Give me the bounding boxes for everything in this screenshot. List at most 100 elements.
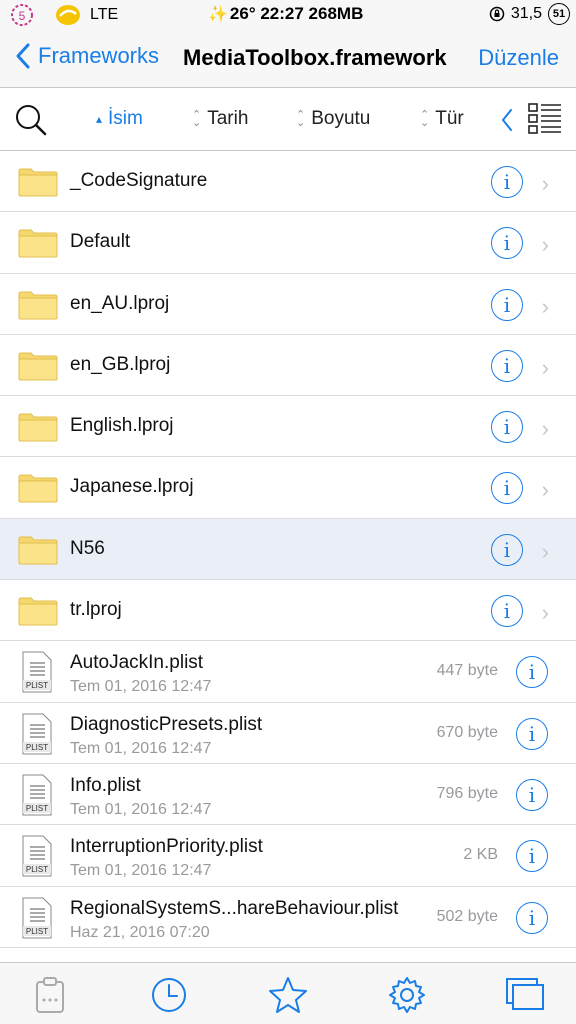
back-button[interactable]: Frameworks <box>14 42 159 70</box>
tab-favorites[interactable] <box>268 975 308 1015</box>
windows-icon <box>506 978 544 1010</box>
folder-name: Japanese.lproj <box>70 476 194 498</box>
file-size: 796 byte <box>436 784 498 802</box>
svg-text:5: 5 <box>19 9 26 23</box>
info-button[interactable]: i <box>491 595 523 628</box>
tab-clipboard[interactable] <box>30 975 70 1015</box>
file-name: Info.plist <box>70 774 141 796</box>
info-button[interactable]: i <box>491 411 523 444</box>
list-item[interactable]: tr.lproj i › <box>0 580 576 642</box>
chevron-right-icon: › <box>541 600 549 626</box>
folder-icon <box>18 168 58 197</box>
folder-icon <box>18 536 58 565</box>
file-size: 502 byte <box>436 907 498 925</box>
folder-icon <box>18 229 58 258</box>
file-date: Tem 01, 2016 12:47 <box>70 678 212 696</box>
svg-text:PLIST: PLIST <box>26 927 48 936</box>
scroll-left-icon[interactable] <box>499 107 515 133</box>
status-left: 5 LTE <box>10 3 118 27</box>
status-center: ✨ 26° 22:27 268MB <box>208 4 363 24</box>
network-type: LTE <box>90 6 119 23</box>
chevron-right-icon: › <box>541 477 549 503</box>
info-button[interactable]: i <box>516 778 548 811</box>
info-button[interactable]: i <box>516 717 548 750</box>
sort-by-type[interactable]: ⌃ ⌄ Tür <box>420 108 464 130</box>
list-item[interactable]: PLIST AutoJackIn.plist Tem 01, 2016 12:4… <box>0 641 576 703</box>
list-item[interactable]: English.lproj i › <box>0 396 576 458</box>
chevron-right-icon: › <box>541 354 549 380</box>
file-date: Tem 01, 2016 12:47 <box>70 862 212 880</box>
list-item[interactable]: PLIST InterruptionPriority.plist Tem 01,… <box>0 825 576 887</box>
clock-icon <box>152 978 186 1012</box>
sort-date-label: Tarih <box>207 108 249 129</box>
sort-name-label: İsim <box>108 108 143 129</box>
file-size: 2 KB <box>463 846 498 864</box>
info-button[interactable]: i <box>491 472 523 505</box>
list-item[interactable]: PLIST DiagnosticPresets.plist Tem 01, 20… <box>0 703 576 764</box>
file-date: Tem 01, 2016 12:47 <box>70 739 212 757</box>
folder-icon <box>18 291 58 320</box>
plist-file-icon: PLIST <box>22 774 52 816</box>
back-button-label: Frameworks <box>38 43 160 68</box>
info-button[interactable]: i <box>491 349 523 382</box>
list-item[interactable]: Japanese.lproj i › <box>0 457 576 519</box>
chevron-right-icon: › <box>541 416 549 442</box>
list-item[interactable]: en_GB.lproj i › <box>0 335 576 397</box>
info-button[interactable]: i <box>516 656 548 689</box>
info-button[interactable]: i <box>491 227 523 260</box>
sort-by-size[interactable]: ⌃ ⌄ Boyutu <box>296 108 370 130</box>
status-right: 31,5 51 <box>489 3 570 25</box>
plist-file-icon: PLIST <box>22 835 52 877</box>
search-icon[interactable] <box>14 103 48 137</box>
folder-name: _CodeSignature <box>70 170 208 191</box>
file-size: 447 byte <box>436 662 498 680</box>
sort-by-date[interactable]: ⌃ ⌄ Tarih <box>192 108 248 130</box>
tab-windows[interactable] <box>505 975 545 1015</box>
info-button[interactable]: i <box>516 840 548 873</box>
info-button[interactable]: i <box>491 533 523 566</box>
folder-name: N56 <box>70 537 105 559</box>
chevron-left-icon <box>16 43 30 69</box>
info-button[interactable]: i <box>491 288 523 321</box>
info-button[interactable]: i <box>491 166 523 198</box>
status-bar: 5 LTE ✨ 26° 22:27 268MB 31,5 51 <box>0 0 576 30</box>
folder-name: en_GB.lproj <box>70 353 171 375</box>
plist-file-icon: PLIST <box>22 651 52 693</box>
list-view-icon[interactable] <box>528 102 562 136</box>
chevron-right-icon: › <box>541 293 549 319</box>
rotation-lock-icon <box>489 6 505 22</box>
svg-text:PLIST: PLIST <box>26 681 48 690</box>
list-item[interactable]: en_AU.lproj i › <box>0 274 576 335</box>
sort-size-label: Boyutu <box>311 108 371 129</box>
tab-settings[interactable] <box>387 975 427 1015</box>
file-name: InterruptionPriority.plist <box>70 836 263 858</box>
list-item[interactable]: Default i › <box>0 212 576 274</box>
folder-name: Default <box>70 231 131 253</box>
folder-name: English.lproj <box>70 415 174 437</box>
info-button[interactable]: i <box>516 901 548 934</box>
svg-text:PLIST: PLIST <box>26 865 48 874</box>
carrier-logo-icon: 5 <box>11 4 33 26</box>
list-item[interactable]: PLIST RegionalSystemS...hareBehaviour.pl… <box>0 887 576 948</box>
page-title: MediaToolbox.framework <box>183 45 447 70</box>
gear-icon <box>389 977 425 1013</box>
sort-by-name[interactable]: ▴ İsim <box>96 108 143 130</box>
edit-button[interactable]: Düzenle <box>478 45 559 71</box>
chevron-right-icon: › <box>541 171 549 196</box>
folder-name: en_AU.lproj <box>70 292 170 314</box>
sort-ascending-icon: ▴ <box>96 112 103 126</box>
file-size: 670 byte <box>436 723 498 741</box>
status-center-text: 26° 22:27 268MB <box>229 4 364 23</box>
list-item[interactable]: PLIST Info.plist Tem 01, 2016 12:47 796 … <box>0 764 576 826</box>
list-item[interactable]: _CodeSignature i › <box>0 151 576 213</box>
file-name: RegionalSystemS...hareBehaviour.plist <box>70 897 399 919</box>
plist-file-icon: PLIST <box>22 713 52 755</box>
sort-toggle-icon: ⌃ ⌄ <box>192 109 202 129</box>
tab-recents[interactable] <box>149 975 189 1015</box>
file-name: AutoJackIn.plist <box>70 652 204 674</box>
file-name: DiagnosticPresets.plist <box>70 713 263 735</box>
list-item-selected[interactable]: N56 i › <box>0 518 576 581</box>
folder-name: tr.lproj <box>70 599 122 621</box>
plist-file-icon: PLIST <box>22 897 52 939</box>
svg-text:PLIST: PLIST <box>26 743 48 752</box>
